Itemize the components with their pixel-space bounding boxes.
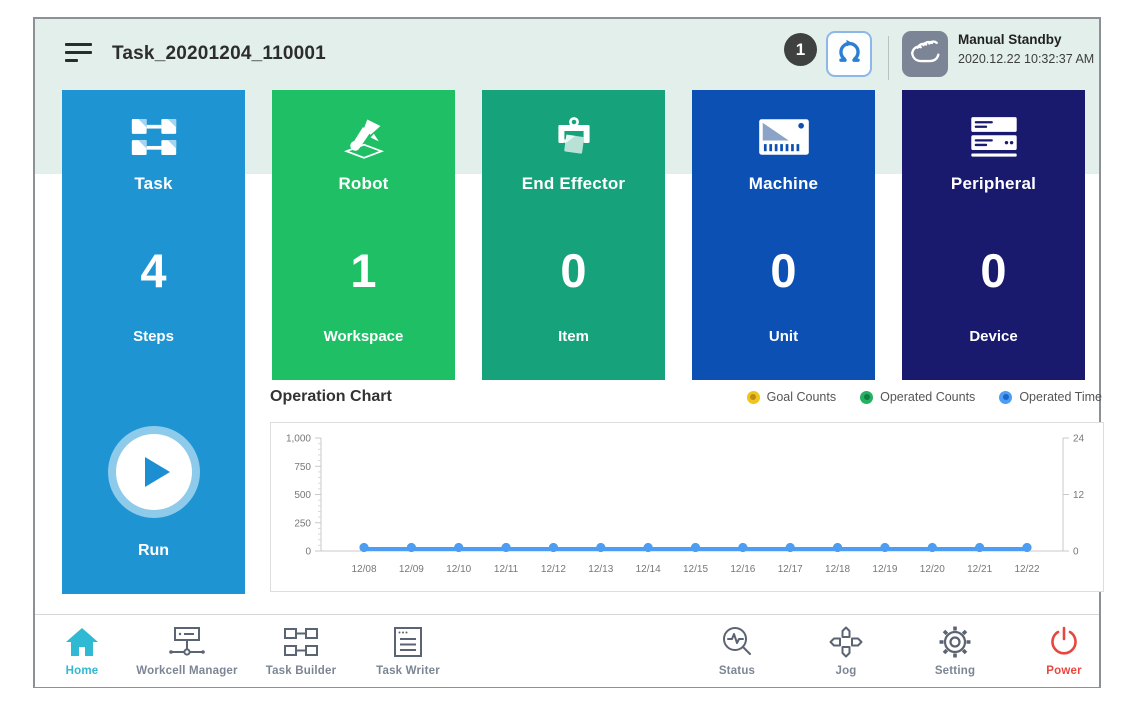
legend-label: Operated Time: [1019, 390, 1102, 404]
card-count: 0: [692, 240, 875, 302]
card-unit: Unit: [692, 328, 875, 345]
task-icon: [62, 106, 245, 168]
card-count: 4: [62, 240, 245, 302]
legend-goal-counts: Goal Counts: [747, 390, 836, 404]
manual-mode-button[interactable]: [902, 31, 948, 77]
card-title: Robot: [272, 174, 455, 194]
nav-workcell-manager[interactable]: Workcell Manager: [122, 623, 252, 677]
svg-text:12: 12: [1073, 490, 1085, 501]
card-peripheral[interactable]: Peripheral 0 Device: [902, 90, 1085, 380]
task-title: Task_20201204_110001: [112, 43, 326, 65]
card-end-effector[interactable]: End Effector 0 Item: [482, 90, 665, 380]
svg-text:500: 500: [294, 490, 311, 501]
svg-text:12/10: 12/10: [446, 564, 471, 575]
status-datetime: 2020.12.22 10:32:37 AM: [958, 53, 1094, 66]
chart-header: Operation Chart Goal Counts Operated Cou…: [270, 385, 1102, 409]
robot-status: Manual Standby 2020.12.22 10:32:37 AM: [958, 33, 1094, 65]
legend-label: Operated Counts: [880, 390, 975, 404]
card-title: End Effector: [482, 174, 665, 194]
top-bar: Task_20201204_110001 1: [35, 19, 1099, 90]
svg-text:12/21: 12/21: [967, 564, 992, 575]
card-machine[interactable]: Machine 0 Unit: [692, 90, 875, 380]
svg-text:12/18: 12/18: [825, 564, 850, 575]
legend-operated-counts: Operated Counts: [860, 390, 975, 404]
app-window: Task_20201204_110001 1: [33, 17, 1101, 688]
svg-text:750: 750: [294, 462, 311, 473]
workcell-manager-icon: [122, 623, 252, 661]
card-unit: Workspace: [272, 328, 455, 345]
nav-power[interactable]: Power: [999, 623, 1129, 677]
play-icon: [116, 434, 192, 510]
card-robot[interactable]: Robot 1 Workspace: [272, 90, 455, 380]
task-writer-icon: [343, 623, 473, 661]
power-icon: [999, 623, 1129, 661]
legend-dot-blue-icon: [999, 391, 1012, 404]
card-unit: Steps: [62, 328, 245, 345]
gripper-tool-button[interactable]: [826, 31, 872, 77]
robot-arm-icon: [272, 106, 455, 168]
run-label: Run: [62, 542, 245, 560]
legend-dot-yellow-icon: [747, 391, 760, 404]
chart-title: Operation Chart: [270, 388, 392, 406]
svg-text:12/13: 12/13: [588, 564, 613, 575]
card-unit: Device: [902, 328, 1085, 345]
legend-operated-time: Operated Time: [999, 390, 1102, 404]
machine-icon: [692, 106, 875, 168]
svg-text:0: 0: [305, 547, 311, 558]
card-title: Machine: [692, 174, 875, 194]
svg-text:0: 0: [1073, 547, 1079, 558]
svg-text:12/19: 12/19: [872, 564, 897, 575]
svg-text:250: 250: [294, 518, 311, 529]
card-unit: Item: [482, 328, 665, 345]
card-task[interactable]: Task 4 Steps Run: [62, 90, 245, 594]
svg-text:12/15: 12/15: [683, 564, 708, 575]
svg-text:12/08: 12/08: [351, 564, 376, 575]
svg-text:24: 24: [1073, 434, 1085, 445]
callout-badge: 1: [784, 33, 817, 66]
card-count: 1: [272, 240, 455, 302]
card-title: Peripheral: [902, 174, 1085, 194]
topbar-divider: [888, 36, 889, 80]
card-title: Task: [62, 174, 245, 194]
bottom-nav: Home Workcell Manager: [35, 614, 1099, 687]
card-count: 0: [902, 240, 1085, 302]
svg-text:12/11: 12/11: [494, 564, 519, 575]
gripper-box-icon: [482, 106, 665, 168]
svg-text:12/12: 12/12: [541, 564, 566, 575]
nav-task-writer[interactable]: Task Writer: [343, 623, 473, 677]
svg-text:12/09: 12/09: [399, 564, 424, 575]
svg-text:12/17: 12/17: [778, 564, 803, 575]
chart-legend: Goal Counts Operated Counts Operated Tim…: [747, 390, 1102, 404]
gripper-icon: [836, 39, 863, 69]
svg-text:12/20: 12/20: [920, 564, 945, 575]
svg-text:1,000: 1,000: [286, 434, 311, 445]
svg-text:12/16: 12/16: [730, 564, 755, 575]
menu-icon[interactable]: [65, 43, 93, 65]
robot-mode-label: Manual Standby: [958, 33, 1094, 47]
hand-icon: [909, 38, 941, 71]
legend-label: Goal Counts: [767, 390, 836, 404]
svg-text:12/14: 12/14: [636, 564, 661, 575]
run-button[interactable]: [108, 426, 200, 518]
svg-text:12/22: 12/22: [1014, 564, 1039, 575]
legend-dot-green-icon: [860, 391, 873, 404]
peripheral-icon: [902, 106, 1085, 168]
card-count: 0: [482, 240, 665, 302]
operation-chart: 1,000 750 500 250 0 24 12 0 12/08 12/09 12/10 12/11…: [270, 422, 1104, 592]
